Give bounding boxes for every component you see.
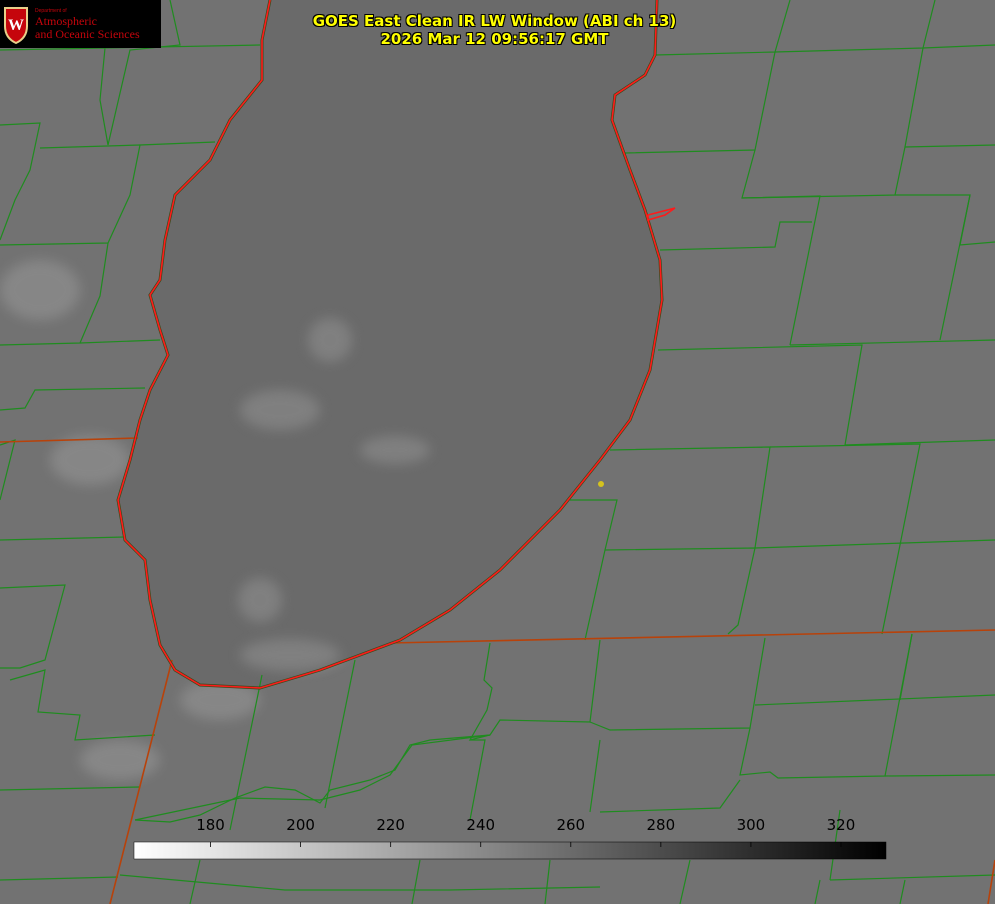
colorbar-tick-label: 280: [647, 816, 676, 834]
colorbar-tick-label: 200: [286, 816, 315, 834]
colorbar-tick-label: 240: [466, 816, 495, 834]
title-product: GOES East Clean IR LW Window (ABI ch 13): [312, 12, 677, 30]
colorbar-tick-label: 320: [827, 816, 856, 834]
title-timestamp: 2026 Mar 12 09:56:17 GMT: [380, 30, 609, 48]
satellite-image-viewer: 180 200 220 240 260 280 300 320 W Department of…: [0, 0, 995, 904]
colorbar-gradient: [133, 841, 887, 860]
colorbar-tick-label: 300: [737, 816, 766, 834]
colorbar-tick-label: 220: [376, 816, 405, 834]
image-title: GOES East Clean IR LW Window (ABI ch 13)…: [0, 12, 995, 48]
colorbar-tick-label: 260: [556, 816, 585, 834]
location-dot-icon: [598, 481, 604, 487]
colorbar-tick-label: 180: [196, 816, 225, 834]
satellite-map: 180 200 220 240 260 280 300 320: [0, 0, 995, 904]
